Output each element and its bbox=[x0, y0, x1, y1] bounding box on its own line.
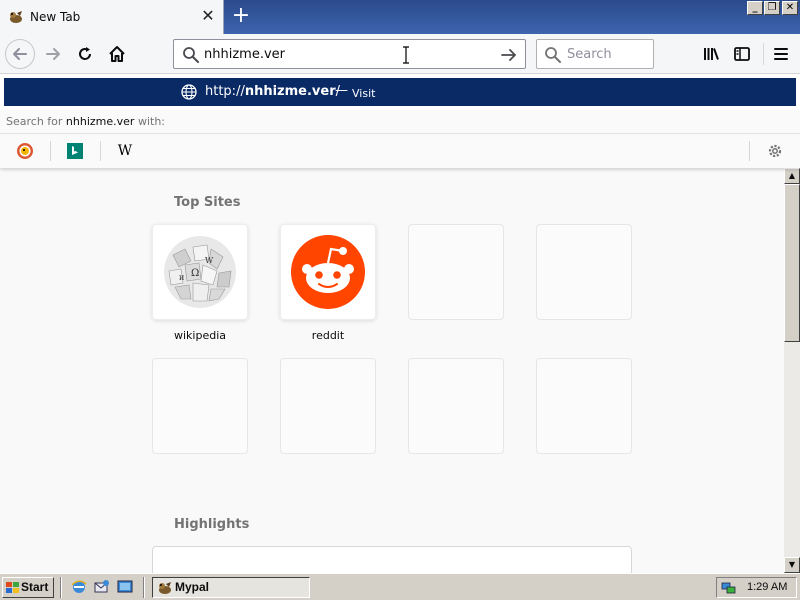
search-settings-button[interactable] bbox=[763, 139, 787, 163]
new-tab-page: Top Sites Ω W и wikipedia reddit Highlig… bbox=[0, 168, 784, 573]
tab-new-tab[interactable]: New Tab ✕ bbox=[0, 0, 224, 34]
top-site-empty-slot bbox=[280, 358, 376, 454]
internet-explorer-icon[interactable] bbox=[71, 579, 87, 595]
tab-close-icon[interactable]: ✕ bbox=[198, 6, 218, 26]
library-icon bbox=[704, 48, 719, 60]
svg-text:и: и bbox=[179, 273, 184, 282]
search-for-label: Search for nhhizme.ver with: bbox=[0, 110, 800, 134]
title-bar: New Tab ✕ + _ ❐ ✕ bbox=[0, 0, 800, 34]
svg-text:W: W bbox=[205, 256, 214, 265]
visit-url-text: http://nhhizme.ver/ bbox=[205, 84, 341, 99]
highlights-heading: Highlights bbox=[174, 517, 250, 532]
scroll-up-arrow-icon[interactable]: ▲ bbox=[784, 168, 800, 184]
windows-taskbar: Start Mypal 1:29 AM bbox=[0, 573, 800, 600]
forward-arrow-icon bbox=[46, 48, 60, 60]
taskbar-item-label: Mypal bbox=[175, 580, 210, 594]
highlight-card[interactable] bbox=[152, 546, 632, 573]
reddit-logo-icon bbox=[291, 235, 365, 309]
search-icon bbox=[183, 47, 199, 63]
duckduckgo-engine-button[interactable] bbox=[13, 139, 37, 163]
top-site-empty-slot bbox=[536, 224, 632, 320]
text-cursor-icon bbox=[403, 46, 409, 64]
top-site-empty-slot bbox=[408, 224, 504, 320]
start-label: Start bbox=[21, 580, 49, 594]
top-site-empty-slot bbox=[152, 358, 248, 454]
search-bar[interactable] bbox=[536, 39, 654, 69]
close-window-button[interactable]: ✕ bbox=[782, 1, 798, 15]
quicklaunch-divider bbox=[60, 577, 62, 598]
bing-engine-button[interactable] bbox=[63, 139, 87, 163]
show-desktop-icon[interactable] bbox=[117, 579, 133, 595]
start-button[interactable]: Start bbox=[2, 577, 54, 598]
sidebar-icon bbox=[734, 47, 750, 61]
home-icon bbox=[109, 46, 125, 62]
top-site-tile-reddit[interactable] bbox=[280, 224, 376, 320]
navigation-toolbar bbox=[0, 34, 800, 74]
svg-text:Ω: Ω bbox=[191, 268, 199, 279]
reload-button[interactable] bbox=[70, 39, 100, 69]
scroll-thumb[interactable] bbox=[784, 184, 800, 342]
engine-divider bbox=[100, 141, 101, 161]
search-icon bbox=[545, 47, 561, 63]
menu-button[interactable] bbox=[766, 39, 796, 69]
address-bar[interactable] bbox=[173, 39, 526, 69]
outlook-express-icon[interactable] bbox=[94, 579, 110, 595]
address-input[interactable] bbox=[204, 45, 484, 63]
reload-icon bbox=[79, 47, 91, 60]
toolbar-divider bbox=[763, 43, 764, 65]
quicklaunch-divider bbox=[143, 577, 145, 598]
top-site-empty-slot bbox=[408, 358, 504, 454]
visit-separator: — bbox=[335, 83, 348, 98]
mypal-favicon-icon bbox=[10, 11, 22, 23]
back-arrow-icon bbox=[13, 48, 27, 60]
library-button[interactable] bbox=[696, 39, 726, 69]
forward-button[interactable] bbox=[38, 39, 68, 69]
visit-url-row[interactable]: http://nhhizme.ver/ — Visit bbox=[4, 78, 796, 106]
wikipedia-logo-icon: Ω W и bbox=[164, 236, 236, 308]
windows-logo-icon bbox=[6, 582, 19, 593]
one-off-search-engines: W bbox=[0, 134, 800, 168]
gear-icon bbox=[768, 144, 782, 158]
system-tray: 1:29 AM bbox=[716, 577, 797, 598]
duckduckgo-icon bbox=[17, 143, 33, 159]
globe-icon bbox=[181, 84, 197, 100]
sidebar-button[interactable] bbox=[727, 39, 757, 69]
visit-action-label: Visit bbox=[352, 87, 376, 100]
search-input[interactable] bbox=[567, 46, 647, 62]
hamburger-menu-icon bbox=[774, 48, 788, 60]
taskbar-item-mypal[interactable]: Mypal bbox=[152, 577, 310, 598]
mypal-app-icon bbox=[159, 582, 171, 594]
tab-title: New Tab bbox=[30, 10, 81, 24]
home-button[interactable] bbox=[102, 39, 132, 69]
network-icon[interactable] bbox=[721, 580, 736, 595]
wikipedia-w-icon: W bbox=[117, 143, 133, 159]
restore-button[interactable]: ❐ bbox=[764, 1, 780, 15]
top-site-tile-wikipedia[interactable]: Ω W и bbox=[152, 224, 248, 320]
top-sites-heading: Top Sites bbox=[174, 195, 241, 210]
wikipedia-engine-button[interactable]: W bbox=[113, 139, 137, 163]
top-site-empty-slot bbox=[536, 358, 632, 454]
autocomplete-popup: http://nhhizme.ver/ — Visit Search for n… bbox=[0, 74, 800, 168]
go-arrow-icon[interactable] bbox=[500, 46, 518, 64]
page-scrollbar[interactable]: ▲ ▼ bbox=[784, 168, 800, 573]
scroll-down-arrow-icon[interactable]: ▼ bbox=[784, 557, 800, 573]
bing-icon bbox=[67, 143, 83, 159]
back-button[interactable] bbox=[5, 39, 35, 69]
clock[interactable]: 1:29 AM bbox=[747, 578, 787, 597]
engine-divider bbox=[50, 141, 51, 161]
top-site-label: reddit bbox=[311, 329, 345, 342]
engine-divider bbox=[749, 141, 750, 161]
top-site-label: wikipedia bbox=[173, 329, 226, 342]
minimize-button[interactable]: _ bbox=[747, 1, 763, 15]
new-tab-button[interactable]: + bbox=[229, 3, 253, 29]
